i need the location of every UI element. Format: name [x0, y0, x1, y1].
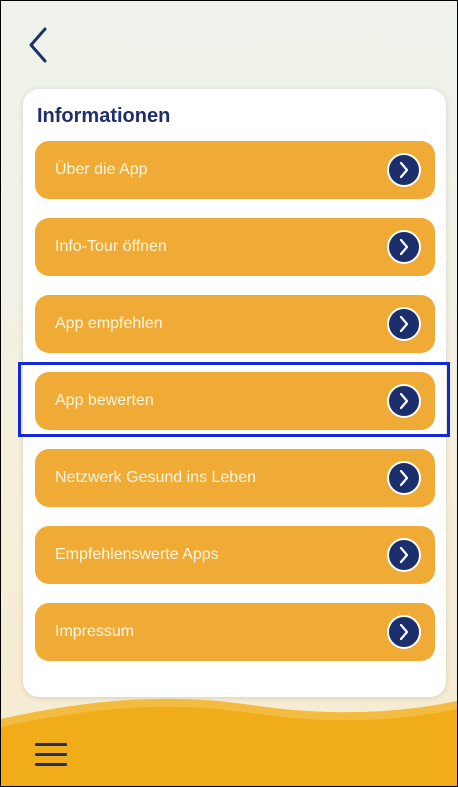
menu-item-label: Netzwerk Gesund ins Leben — [55, 469, 256, 486]
menu-item-recommended-apps[interactable]: Empfehlenswerte Apps — [35, 526, 435, 584]
back-button[interactable] — [23, 23, 63, 67]
section-title: Informationen — [37, 105, 171, 127]
menu-item-rate-app[interactable]: App bewerten — [35, 372, 435, 430]
menu-item-label: Empfehlenswerte Apps — [55, 546, 219, 563]
menu-item-info-tour[interactable]: Info-Tour öffnen — [35, 218, 435, 276]
information-card: Informationen Über die App Info-Tour öff… — [23, 89, 446, 697]
menu-item-recommend-app[interactable]: App empfehlen — [35, 295, 435, 353]
chevron-right-circle-icon — [387, 538, 421, 572]
chevron-right-circle-icon — [387, 461, 421, 495]
menu-item-label: Über die App — [55, 161, 148, 178]
chevron-right-circle-icon — [387, 230, 421, 264]
menu-item-label: App bewerten — [55, 392, 154, 409]
hamburger-line — [35, 763, 67, 766]
hamburger-menu-button[interactable] — [35, 743, 69, 769]
menu-item-label: Impressum — [55, 623, 135, 640]
chevron-right-circle-icon — [387, 384, 421, 418]
menu-item-label: App empfehlen — [55, 315, 163, 332]
hamburger-menu-icon — [35, 743, 67, 746]
menu-item-label: Info-Tour öffnen — [55, 238, 167, 255]
chevron-right-circle-icon — [387, 153, 421, 187]
menu-item-about-app[interactable]: Über die App — [35, 141, 435, 199]
chevron-right-circle-icon — [387, 307, 421, 341]
chevron-right-circle-icon — [387, 615, 421, 649]
menu-item-imprint[interactable]: Impressum — [35, 603, 435, 661]
chevron-left-icon — [29, 27, 47, 63]
app-screen: Informationen Über die App Info-Tour öff… — [0, 0, 458, 787]
footer-wave — [1, 698, 457, 786]
hamburger-line — [35, 753, 67, 756]
menu-item-network[interactable]: Netzwerk Gesund ins Leben — [35, 449, 435, 507]
